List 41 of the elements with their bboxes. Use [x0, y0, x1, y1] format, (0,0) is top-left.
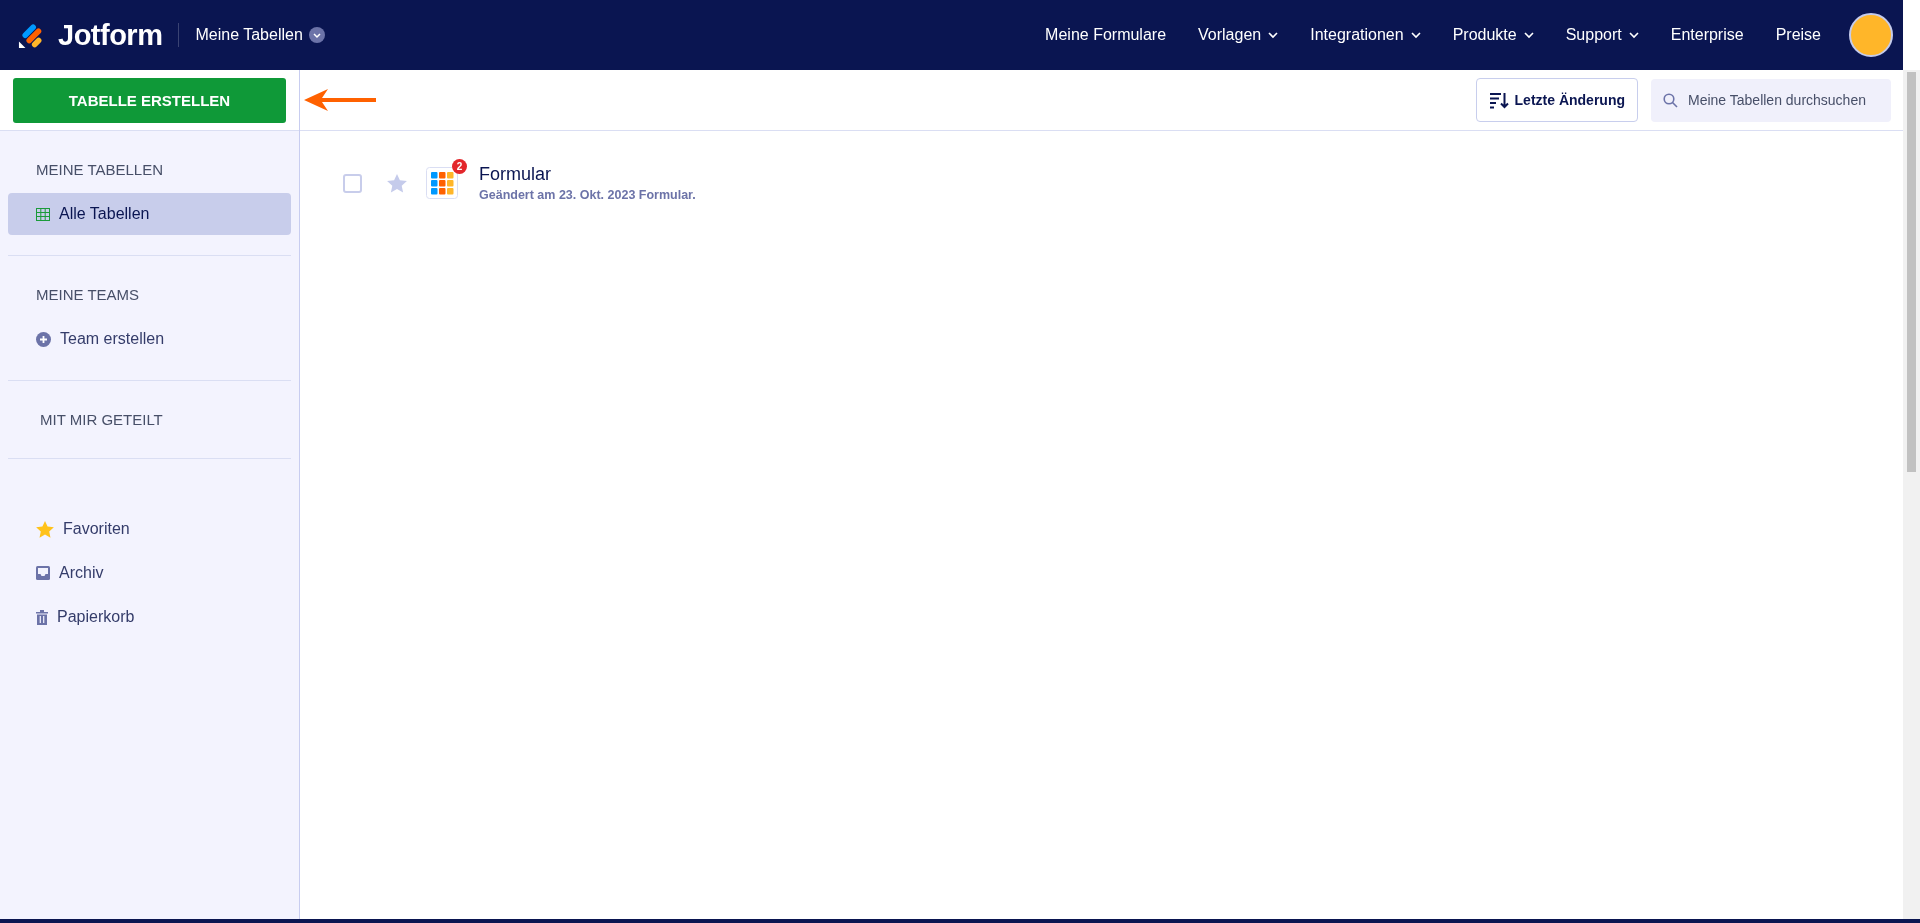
search-field[interactable]: Meine Tabellen durchsuchen: [1651, 78, 1891, 122]
nav-link[interactable]: Support: [1549, 26, 1655, 44]
trash-icon: [36, 609, 48, 625]
sidebar-item[interactable]: Alle Tabellen: [8, 193, 291, 235]
section-heading[interactable]: MEINE TABELLEN: [8, 161, 291, 179]
scrollbar[interactable]: [1903, 70, 1920, 919]
table-grid-icon: [426, 167, 458, 199]
sort-button[interactable]: Letzte Änderung: [1475, 78, 1638, 122]
sort-icon: [1488, 91, 1509, 109]
count-badge: 2: [452, 159, 467, 174]
star-icon[interactable]: [387, 173, 407, 193]
context-dropdown[interactable]: Meine Tabellen: [195, 26, 325, 44]
nav-link[interactable]: Produkte: [1436, 26, 1550, 44]
nav-link[interactable]: Vorlagen: [1182, 26, 1295, 44]
chevron-down-icon: [1410, 31, 1421, 39]
chevron-down-icon: [1268, 31, 1279, 39]
nav-link[interactable]: Integrationen: [1294, 26, 1437, 44]
nav-link[interactable]: Preise: [1759, 26, 1837, 44]
table-title[interactable]: Formular: [479, 164, 696, 185]
sidebar-item[interactable]: Archiv: [8, 551, 291, 595]
create-table-button[interactable]: TABELLE ERSTELLEN: [13, 77, 286, 123]
sidebar-item[interactable]: Team erstellen: [8, 318, 291, 360]
checkbox[interactable]: [343, 173, 362, 193]
search-icon: [1663, 92, 1678, 108]
chevron-down-icon: [1523, 31, 1534, 39]
sidebar-item[interactable]: Favoriten: [8, 507, 291, 551]
plus-icon: [36, 331, 51, 347]
nav-link[interactable]: Enterprise: [1654, 26, 1760, 44]
star-icon: [36, 520, 54, 538]
sidebar-item[interactable]: Papierkorb: [8, 595, 291, 639]
avatar[interactable]: [1849, 13, 1893, 57]
chevron-down-icon: [308, 27, 325, 43]
table-subtitle: Geändert am 23. Okt. 2023 Formular.: [479, 188, 696, 202]
chevron-down-icon: [1628, 31, 1639, 39]
inbox-icon: [36, 566, 50, 580]
table-icon: [36, 207, 50, 221]
section-heading[interactable]: MEINE TEAMS: [8, 286, 291, 304]
nav-link[interactable]: Meine Formulare: [1029, 26, 1183, 44]
pointer-arrow: [304, 88, 376, 112]
brand-name[interactable]: Jotform: [58, 18, 163, 52]
section-heading[interactable]: MIT MIR GETEILT: [8, 411, 291, 429]
